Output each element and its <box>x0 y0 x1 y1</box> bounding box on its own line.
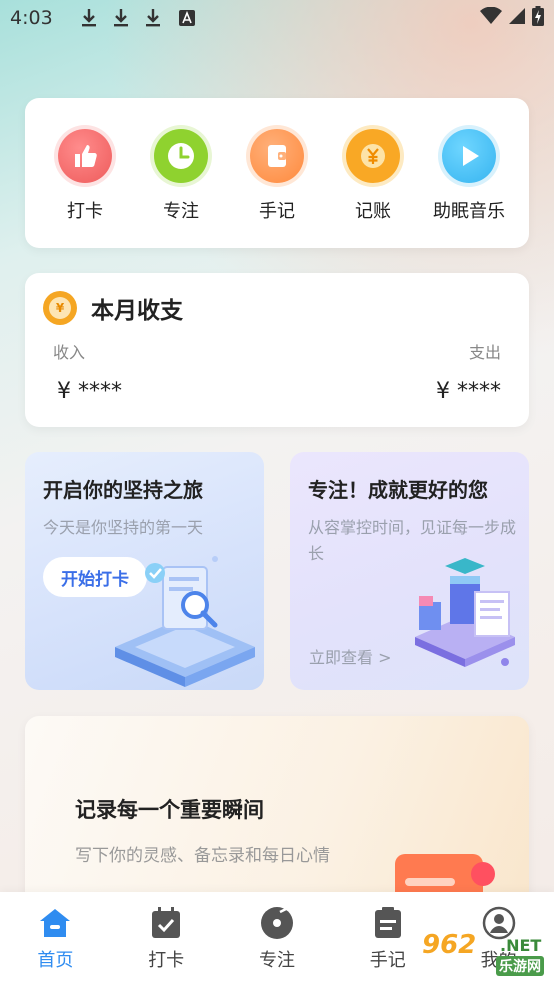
income-label: 收入 <box>53 343 86 362</box>
moments-card[interactable]: 记录每一个重要瞬间 写下你的灵感、备忘录和每日心情 <box>25 716 529 916</box>
focus-illustration <box>415 558 515 667</box>
checkin-card-desc: 今天是你坚持的第一天 <box>43 518 204 537</box>
site-watermark: 962 .NET 乐游网 <box>416 930 550 980</box>
quick-action-label: 专注 <box>163 201 199 222</box>
coin-symbol: ¥ <box>49 297 71 319</box>
quick-action-label: 手记 <box>259 201 295 222</box>
watermark-net: .NET <box>500 936 542 955</box>
balance-labels: 收入 支出 <box>43 339 501 363</box>
nav-focus[interactable]: 专注 <box>237 906 317 972</box>
calendar-check-icon <box>149 906 183 940</box>
quick-action-checkin[interactable]: 打卡 <box>40 129 130 223</box>
quick-action-sleep-music[interactable]: 助眠音乐 <box>424 129 514 223</box>
nav-checkin[interactable]: 打卡 <box>126 906 206 972</box>
nav-home[interactable]: 首页 <box>15 906 95 972</box>
a-app-icon <box>178 10 195 26</box>
status-notification-icons <box>81 8 195 28</box>
focus-card[interactable]: 专注！成就更好的您 从容掌控时间，见证每一步成长 立即查看 > <box>290 452 529 690</box>
moments-title: 记录每一个重要瞬间 <box>75 798 264 822</box>
status-system-icons <box>480 5 544 31</box>
watermark-number: 962 <box>422 930 477 960</box>
balance-title: 本月收支 <box>91 298 183 324</box>
quick-action-label: 助眠音乐 <box>433 201 505 222</box>
quick-action-journal[interactable]: 手记 <box>232 129 322 223</box>
checkin-illustration <box>115 556 255 687</box>
expense-label: 支出 <box>468 343 501 362</box>
status-time: 4:03 <box>10 7 53 29</box>
watermark-site: 乐游网 <box>496 956 544 976</box>
nav-label: 专注 <box>258 950 295 971</box>
yen-coin-icon: ¥ <box>43 291 77 325</box>
nav-label: 打卡 <box>148 950 185 971</box>
nav-label: 首页 <box>37 950 74 971</box>
expense-value: ¥ **** <box>436 379 501 404</box>
moments-desc: 写下你的灵感、备忘录和每日心情 <box>75 846 330 866</box>
note-icon <box>371 906 405 940</box>
quick-action-focus[interactable]: 专注 <box>136 129 226 223</box>
checkin-journey-card[interactable]: 开启你的坚持之旅 今天是你坚持的第一天 开始打卡 <box>25 452 264 690</box>
balance-values: ¥ **** ¥ **** <box>43 379 501 404</box>
battery-charging-icon <box>532 5 544 31</box>
notebook-icon <box>250 129 304 183</box>
quick-action-label: 打卡 <box>67 201 103 222</box>
download-icon <box>145 8 161 28</box>
home-icon <box>38 906 72 940</box>
signal-icon <box>508 7 526 30</box>
nav-label: 手记 <box>369 950 406 971</box>
status-bar: 4:03 <box>0 0 554 36</box>
yen-coin-icon <box>346 129 400 183</box>
wifi-icon <box>480 6 502 30</box>
download-icon <box>113 8 129 28</box>
play-icon <box>442 129 496 183</box>
clock-icon <box>154 129 208 183</box>
balance-header: ¥ 本月收支 <box>43 291 501 325</box>
monthly-balance-card[interactable]: ¥ 本月收支 收入 支出 ¥ **** ¥ **** <box>25 273 529 427</box>
view-now-link[interactable]: 立即查看 > <box>309 644 392 668</box>
quick-action-accounting[interactable]: 记账 <box>328 129 418 223</box>
quick-action-label: 记账 <box>355 201 391 222</box>
quick-actions-card: 打卡 专注 手记 记账 助眠音乐 <box>25 98 529 248</box>
focus-disc-icon <box>260 906 294 940</box>
income-value: ¥ **** <box>57 379 122 404</box>
thumbs-up-icon <box>58 129 112 183</box>
download-icon <box>81 8 97 28</box>
checkin-card-title: 开启你的坚持之旅 <box>43 478 203 502</box>
focus-card-title: 专注！成就更好的您 <box>308 478 488 502</box>
